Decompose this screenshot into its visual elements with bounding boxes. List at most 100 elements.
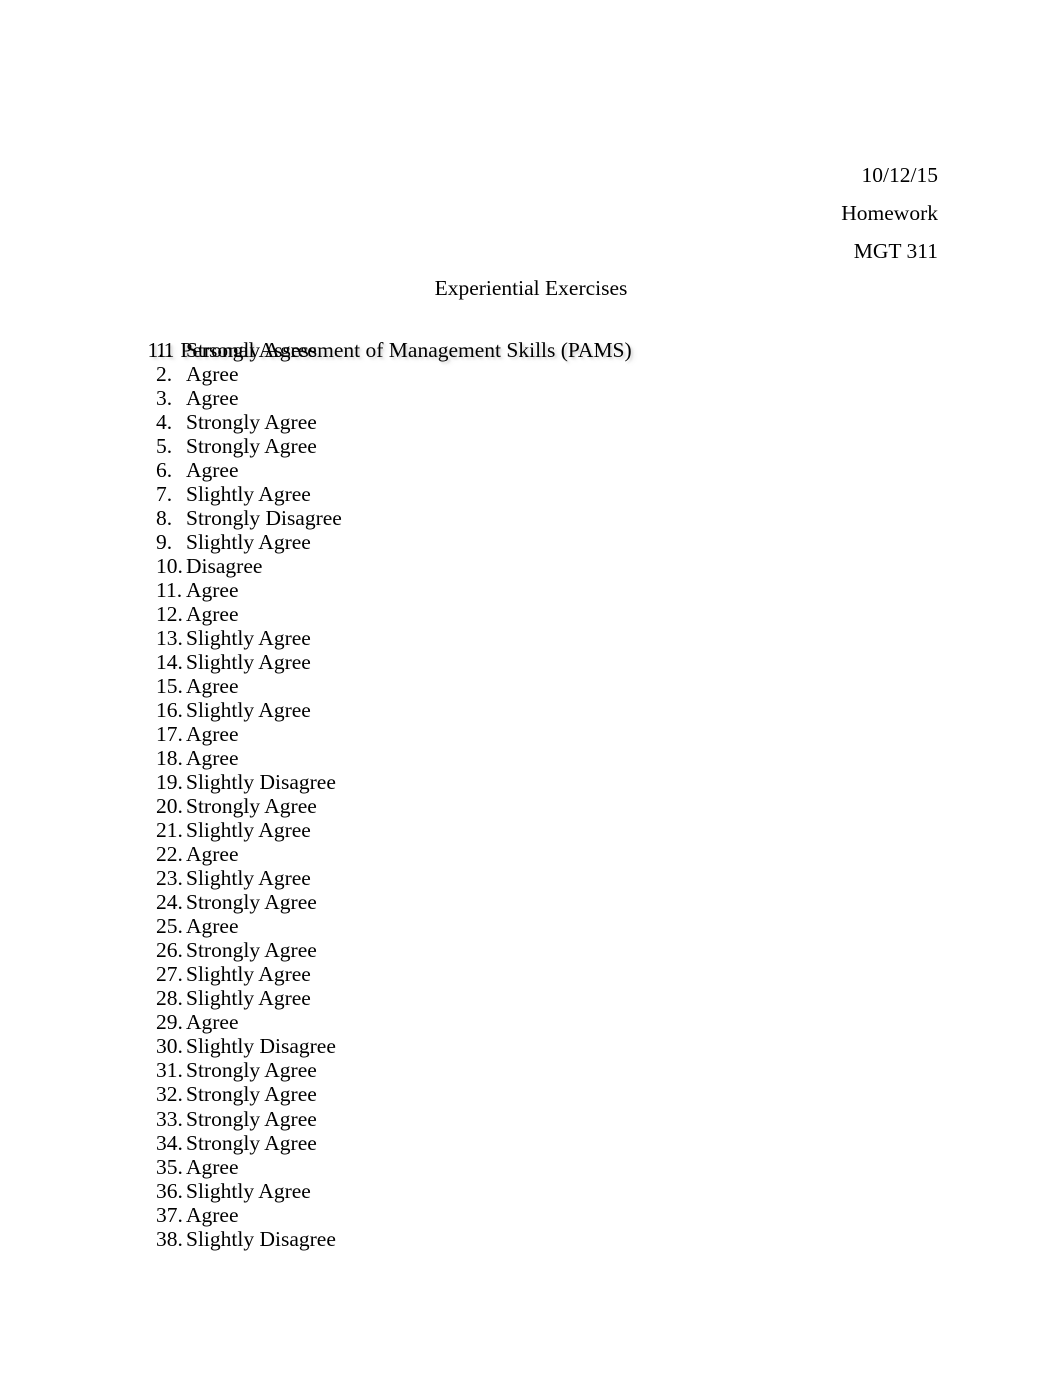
- list-item-number: 4.: [156, 410, 173, 435]
- document-page: 10/12/15 Homework MGT 311 Experiential E…: [0, 0, 1062, 1377]
- page-title: Experiential Exercises: [434, 276, 628, 300]
- list-item: 4. Strongly Agree: [156, 410, 856, 434]
- list-item: 31. Strongly Agree: [156, 1058, 856, 1082]
- list-item-number: 7.: [156, 482, 173, 507]
- list-item-answer: Slightly Disagree: [186, 770, 336, 795]
- list-item: 14. Slightly Agree: [156, 650, 856, 674]
- list-item: 6. Agree: [156, 458, 856, 482]
- list-item-number: 25.: [156, 914, 183, 939]
- list-item: 22. Agree: [156, 842, 856, 866]
- list-item: 21. Slightly Agree: [156, 818, 856, 842]
- list-item-number: 27.: [156, 962, 183, 987]
- list-item: 28. Slightly Agree: [156, 986, 856, 1010]
- header-assignment-type: Homework: [841, 201, 938, 225]
- list-item-number: 19.: [156, 770, 183, 795]
- list-item-answer: Slightly Agree: [186, 698, 311, 723]
- list-item-number: 28.: [156, 986, 183, 1011]
- list-item: 34. Strongly Agree: [156, 1131, 856, 1155]
- list-item-number: 11.: [156, 578, 183, 603]
- list-item-number: 21.: [156, 818, 183, 843]
- list-item: 7. Slightly Agree: [156, 482, 856, 506]
- list-item-number: 33.: [156, 1106, 183, 1131]
- list-item-answer: Agree: [186, 1154, 239, 1179]
- list-item: 32. Strongly Agree: [156, 1082, 856, 1106]
- document-header: 10/12/15 Homework MGT 311: [0, 156, 938, 270]
- list-item: 1. Strongly Agree: [156, 338, 856, 362]
- list-item-answer: Slightly Disagree: [186, 1034, 336, 1059]
- list-item-number: 26.: [156, 938, 183, 963]
- list-item: 8. Strongly Disagree: [156, 506, 856, 530]
- list-item-answer: Agree: [186, 602, 239, 627]
- list-item: 5. Strongly Agree: [156, 434, 856, 458]
- list-item-answer: Agree: [186, 1010, 239, 1035]
- list-item: 12. Agree: [156, 602, 856, 626]
- list-item: 20. Strongly Agree: [156, 794, 856, 818]
- header-date: 10/12/15: [861, 163, 938, 187]
- list-item: 24. Strongly Agree: [156, 890, 856, 914]
- list-item-answer: Slightly Disagree: [186, 1226, 336, 1251]
- list-item: 18. Agree: [156, 746, 856, 770]
- list-item: 17. Agree: [156, 722, 856, 746]
- list-item-answer: Strongly Agree: [186, 938, 317, 963]
- list-item-answer: Slightly Agree: [186, 650, 311, 675]
- list-item-answer: Agree: [186, 722, 239, 747]
- list-item-answer: Strongly Agree: [186, 890, 317, 915]
- list-item-answer: Strongly Agree: [186, 1058, 317, 1083]
- list-item: 25. Agree: [156, 914, 856, 938]
- list-item: 15. Agree: [156, 674, 856, 698]
- list-item: 10. Disagree: [156, 554, 856, 578]
- list-item-number: 10.: [156, 554, 183, 579]
- list-item-number: 22.: [156, 842, 183, 867]
- list-item: 2. Agree: [156, 362, 856, 386]
- list-item-number: 37.: [156, 1202, 183, 1227]
- list-item-number: 14.: [156, 650, 183, 675]
- list-item-number: 3.: [156, 386, 173, 411]
- list-item-answer: Strongly Agree: [186, 434, 317, 459]
- list-item-answer: Agree: [186, 1202, 239, 1227]
- list-item-answer: Strongly Disagree: [186, 506, 342, 531]
- list-item-answer: Slightly Agree: [186, 866, 311, 891]
- list-item-number: 5.: [156, 434, 173, 459]
- list-item-answer: Strongly Agree: [186, 338, 317, 362]
- list-item-number: 20.: [156, 794, 183, 819]
- list-item-answer: Agree: [186, 842, 239, 867]
- list-item: 27. Slightly Agree: [156, 962, 856, 986]
- list-item-number: 6.: [156, 458, 173, 483]
- list-item-answer: Agree: [186, 362, 239, 387]
- list-item: 19. Slightly Disagree: [156, 770, 856, 794]
- list-item-number: 2.: [156, 362, 173, 387]
- list-item: 11. Agree: [156, 578, 856, 602]
- list-item-answer: Agree: [186, 386, 239, 411]
- list-item: 38. Slightly Disagree: [156, 1227, 856, 1251]
- list-item-answer: Slightly Agree: [186, 1178, 311, 1203]
- list-item: 36. Slightly Agree: [156, 1179, 856, 1203]
- list-item-answer: Disagree: [186, 554, 263, 579]
- list-item-number: 12.: [156, 602, 183, 627]
- list-item: 29. Agree: [156, 1010, 856, 1034]
- list-item-answer: Slightly Agree: [186, 626, 311, 651]
- list-item-answer: Strongly Agree: [186, 1106, 317, 1131]
- list-item-number: 24.: [156, 890, 183, 915]
- list-item-number: 35.: [156, 1154, 183, 1179]
- list-item-number: 16.: [156, 698, 183, 723]
- list-item-number: 18.: [156, 746, 183, 771]
- header-course-code: MGT 311: [853, 239, 938, 263]
- list-item-number: 29.: [156, 1010, 183, 1035]
- list-item-number: 15.: [156, 674, 183, 699]
- list-item-number: 36.: [156, 1178, 183, 1203]
- list-item-answer: Agree: [186, 674, 239, 699]
- list-item: 16. Slightly Agree: [156, 698, 856, 722]
- list-item-answer: Strongly Agree: [186, 410, 317, 435]
- answer-list: 1. Strongly Agree 2. Agree 3. Agree 4. Strongly…: [156, 338, 856, 1251]
- list-item: 3. Agree: [156, 386, 856, 410]
- list-item: 13. Slightly Agree: [156, 626, 856, 650]
- list-item-answer: Agree: [186, 578, 239, 603]
- list-item: 37. Agree: [156, 1203, 856, 1227]
- list-item-number: 9.: [156, 530, 173, 555]
- list-item-number: 23.: [156, 866, 183, 891]
- list-item-number: 38.: [156, 1226, 183, 1251]
- list-item: 33. Strongly Agree: [156, 1107, 856, 1131]
- list-item-answer: Slightly Agree: [186, 482, 311, 507]
- list-item-answer: Agree: [186, 458, 239, 483]
- list-item: 9. Slightly Agree: [156, 530, 856, 554]
